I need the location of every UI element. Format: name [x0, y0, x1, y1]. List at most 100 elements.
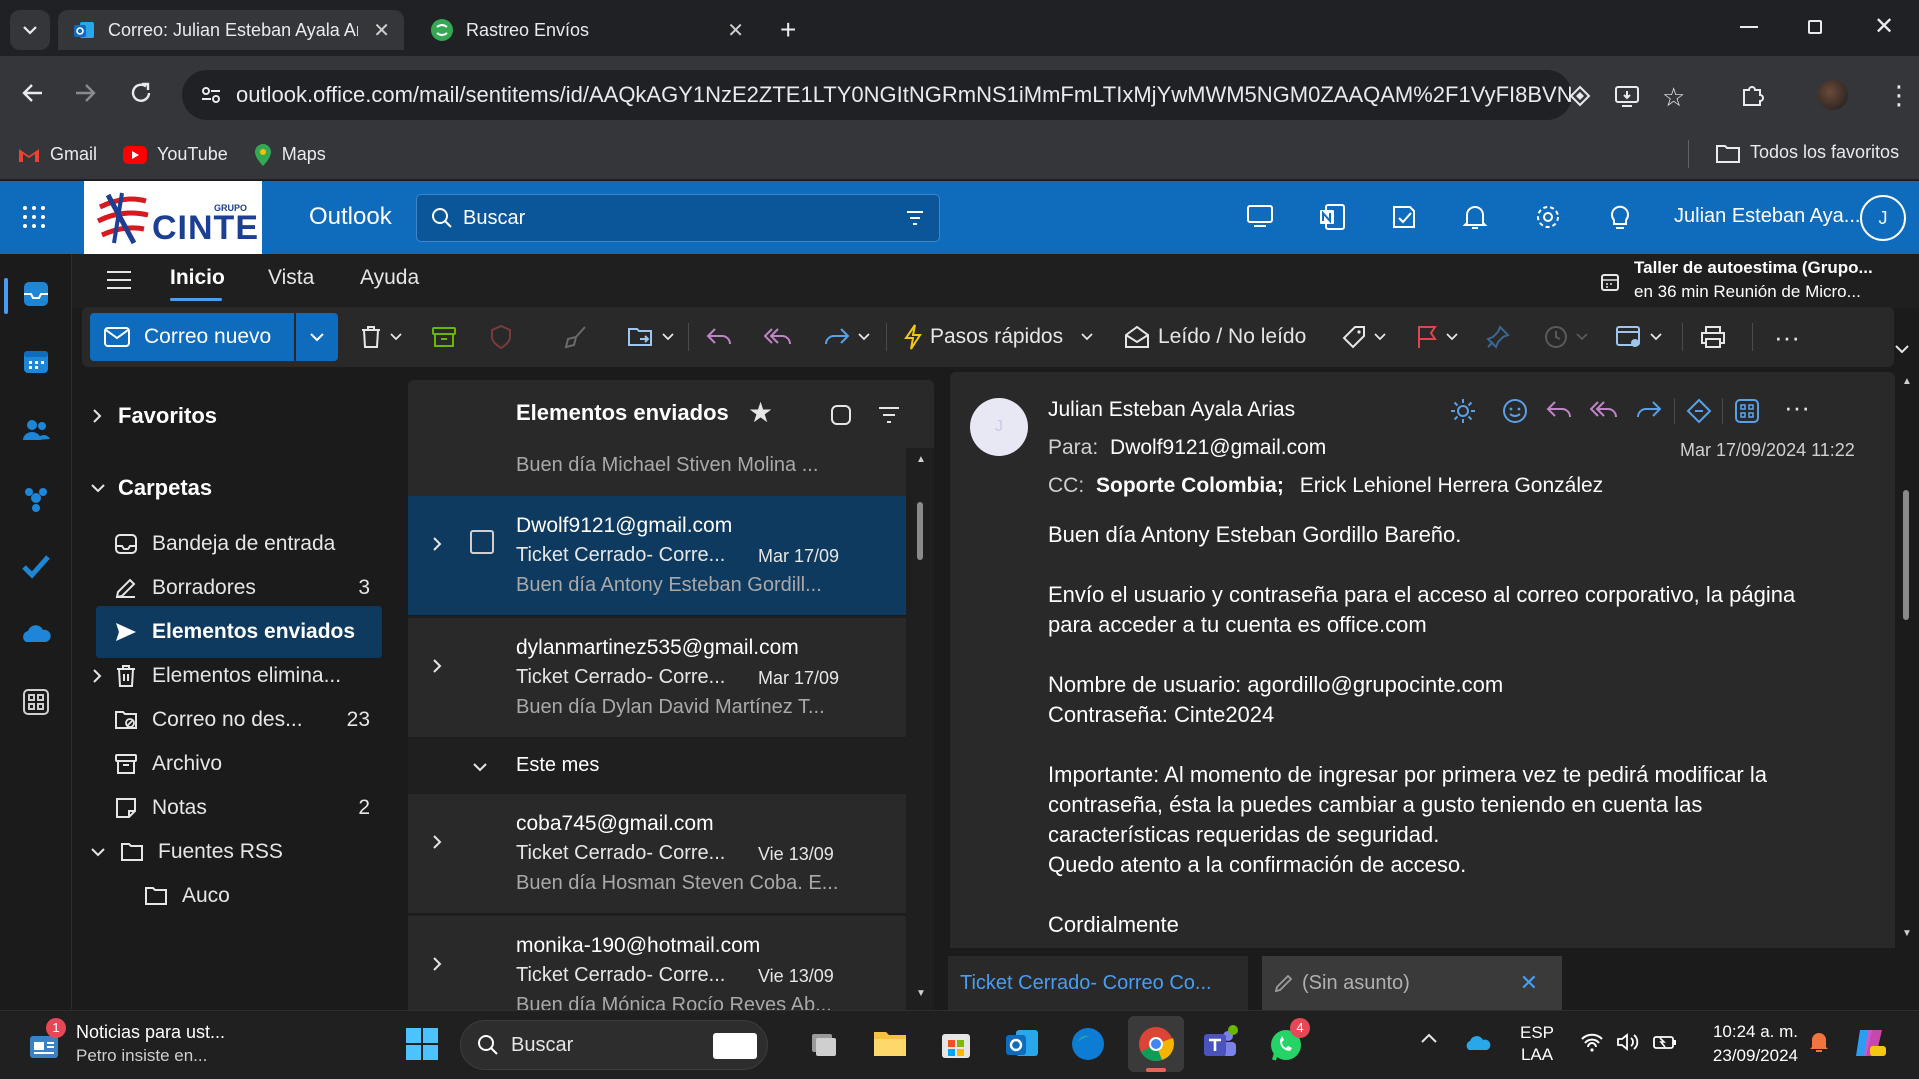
all-bookmarks-folder[interactable]: Todos los favoritos: [1716, 142, 1899, 163]
chevron-right-icon[interactable]: [432, 956, 442, 972]
settings-gear-icon[interactable]: [1534, 203, 1562, 231]
account-avatar[interactable]: J: [1860, 195, 1906, 241]
windows-start-icon[interactable]: [402, 1024, 442, 1064]
reminder-card[interactable]: Taller de autoestima (Grupo... en 36 min…: [1600, 256, 1919, 306]
forward-mail-icon[interactable]: [1636, 400, 1662, 420]
file-explorer-icon[interactable]: [870, 1024, 910, 1064]
scroll-up-arrow[interactable]: ▲: [916, 454, 926, 465]
search-filter-icon[interactable]: [905, 209, 925, 227]
reply-icon[interactable]: [1546, 400, 1572, 420]
select-mode-icon[interactable]: [830, 404, 852, 426]
onedrive-app-icon[interactable]: [20, 618, 52, 650]
onenote-icon[interactable]: [1318, 203, 1346, 231]
language-indicator[interactable]: ESP LAA: [1520, 1022, 1554, 1066]
teams-icon[interactable]: [1200, 1024, 1240, 1064]
print-button[interactable]: [1700, 307, 1726, 367]
address-bar[interactable]: outlook.office.com/mail/sentitems/id/AAQ…: [182, 70, 1572, 120]
list-item[interactable]: coba745@gmail.com Ticket Cerrado- Corre.…: [408, 794, 906, 914]
filter-icon[interactable]: [878, 406, 900, 424]
new-mail-button[interactable]: Correo nuevo: [90, 313, 294, 361]
app-name[interactable]: Outlook: [309, 203, 392, 231]
favorites-header[interactable]: Favoritos: [82, 390, 368, 442]
bookmark-maps[interactable]: Maps: [254, 143, 326, 167]
scroll-up-arrow[interactable]: ▲: [1902, 376, 1912, 387]
close-tab-icon[interactable]: ✕: [727, 18, 744, 43]
mail-app-icon[interactable]: [20, 278, 52, 310]
group-header[interactable]: Este mes: [408, 740, 906, 794]
app-launcher-icon[interactable]: [22, 205, 46, 229]
chrome-icon[interactable]: [1136, 1024, 1176, 1064]
sweep-button[interactable]: [564, 307, 588, 367]
clock[interactable]: 10:24 a. m. 23/09/2024: [1698, 1020, 1798, 1068]
snooze-button[interactable]: [1544, 307, 1588, 367]
scroll-down-arrow[interactable]: ▼: [916, 988, 926, 999]
flag-button[interactable]: [1416, 307, 1458, 367]
favorite-star-icon[interactable]: ★: [748, 396, 773, 429]
extensions-puzzle-icon[interactable]: [1740, 82, 1766, 108]
folders-header[interactable]: Carpetas: [82, 462, 368, 514]
list-item[interactable]: dylanmartinez535@gmail.com Ticket Cerrad…: [408, 618, 906, 738]
scroll-thumb[interactable]: [1903, 490, 1909, 620]
sender-name[interactable]: Julian Esteban Ayala Arias: [1048, 398, 1295, 422]
meet-now-icon[interactable]: [1246, 203, 1274, 229]
reload-icon[interactable]: [128, 80, 154, 106]
list-item[interactable]: Dwolf9121@gmail.com Ticket Cerrado- Corr…: [408, 496, 906, 616]
restore-icon[interactable]: [1808, 20, 1822, 34]
pin-button[interactable]: [1486, 307, 1510, 367]
scroll-thumb[interactable]: [917, 502, 923, 560]
more-actions-icon[interactable]: ···: [1784, 392, 1810, 423]
volume-icon[interactable]: [1616, 1032, 1640, 1052]
emoji-reaction-icon[interactable]: [1502, 398, 1528, 424]
onedrive-tray-icon[interactable]: [1464, 1032, 1492, 1052]
groups-app-icon[interactable]: [20, 482, 52, 514]
message-list-scrollbar[interactable]: ▲ ▼: [912, 448, 928, 1010]
new-mail-dropdown[interactable]: [296, 313, 338, 361]
extension-icon[interactable]: [1568, 84, 1592, 108]
search-box[interactable]: Buscar: [416, 194, 940, 242]
tips-lightbulb-icon[interactable]: [1608, 203, 1632, 231]
tab-outlook[interactable]: Correo: Julian Esteban Ayala Ari ✕: [58, 10, 404, 50]
profile-avatar[interactable]: [1818, 80, 1848, 110]
tab-ayuda[interactable]: Ayuda: [360, 266, 419, 290]
quick-steps-button[interactable]: Pasos rápidos: [904, 307, 1093, 367]
forward-icon[interactable]: [72, 80, 98, 106]
people-app-icon[interactable]: [20, 414, 52, 446]
bookmark-gmail[interactable]: Gmail: [18, 144, 97, 165]
cc-recipient[interactable]: Soporte Colombia;: [1096, 474, 1284, 497]
apps-grid-icon[interactable]: [1734, 398, 1760, 424]
close-draft-icon[interactable]: ✕: [1520, 970, 1538, 996]
move-to-button[interactable]: [628, 307, 674, 367]
tab-inicio[interactable]: Inicio: [170, 266, 225, 290]
calendar-app-icon[interactable]: [20, 346, 52, 378]
microsoft-store-icon[interactable]: [936, 1024, 976, 1064]
reply-all-icon[interactable]: [1590, 400, 1618, 420]
minimize-icon[interactable]: [1740, 26, 1758, 28]
reply-button[interactable]: [706, 307, 732, 367]
reading-scrollbar[interactable]: ▲ ▼: [1900, 372, 1916, 948]
install-app-icon[interactable]: [1614, 84, 1640, 108]
immersive-reader-icon[interactable]: [1450, 398, 1476, 424]
news-widget[interactable]: 1 Noticias para ust... Petro insiste en.…: [24, 1018, 244, 1072]
cc-recipient[interactable]: Erick Lehionel Herrera González: [1300, 474, 1603, 497]
hamburger-menu-icon[interactable]: [106, 270, 132, 290]
report-button[interactable]: [490, 307, 512, 367]
copilot-icon[interactable]: [1852, 1026, 1888, 1060]
site-info-icon[interactable]: [200, 84, 222, 106]
account-name[interactable]: Julian Esteban Aya...: [1674, 205, 1860, 228]
loop-icon[interactable]: [1686, 398, 1712, 424]
chevron-right-icon[interactable]: [432, 658, 442, 674]
wifi-icon[interactable]: [1580, 1032, 1604, 1052]
battery-icon[interactable]: [1652, 1032, 1678, 1052]
new-tab-button[interactable]: +: [780, 14, 796, 46]
ribbon-collapse-icon[interactable]: [1894, 344, 1910, 354]
browser-menu-icon[interactable]: ⋮: [1886, 80, 1912, 110]
list-item[interactable]: monika-190@hotmail.com Ticket Cerrado- C…: [408, 916, 906, 1010]
tab-search-button[interactable]: [10, 10, 50, 50]
draft-tab-active[interactable]: Ticket Cerrado- Correo Co...: [948, 956, 1248, 1010]
close-window-icon[interactable]: ✕: [1874, 12, 1894, 41]
taskbar-search[interactable]: Buscar: [460, 1020, 768, 1070]
to-recipient[interactable]: Dwolf9121@gmail.com: [1110, 436, 1326, 459]
bookmark-youtube[interactable]: YouTube: [123, 144, 228, 165]
draft-tab[interactable]: (Sin asunto) ✕: [1262, 956, 1562, 1010]
edge-icon[interactable]: [1068, 1024, 1108, 1064]
